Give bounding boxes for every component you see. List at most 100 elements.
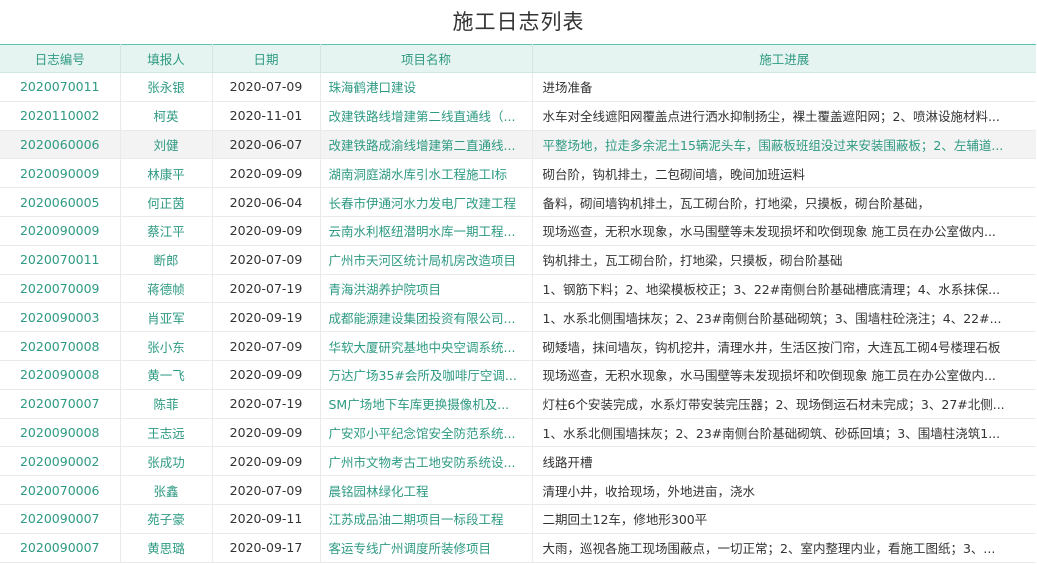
progress-cell: 平整场地，拉走多余泥土15辆泥头车，围蔽板班组没过来安装围蔽板；2、左辅道... bbox=[532, 130, 1036, 160]
date-cell: 2020-07-09 bbox=[212, 331, 321, 361]
date-cell: 2020-09-09 bbox=[212, 446, 321, 477]
column-header-log-id[interactable]: 日志编号 bbox=[0, 44, 121, 73]
progress-cell: 大雨，巡视各施工现场围蔽点，一切正常；2、室内整理内业，看施工图纸；3、... bbox=[532, 533, 1036, 563]
table-row[interactable]: 2020070006 张鑫 2020-07-09 晨铭园林绿化工程 清理小井，收拾现场，… bbox=[0, 475, 1036, 505]
project-name-cell[interactable]: 广州市文物考古工地安防系统设... bbox=[320, 446, 533, 477]
progress-cell: 现场巡查，无积水现象，水马围壁等未发现损坏和吹倒现象 施工员在办公室做内... bbox=[532, 360, 1036, 390]
reporter-cell[interactable]: 断郎 bbox=[120, 245, 213, 275]
reporter-cell[interactable]: 陈菲 bbox=[120, 389, 213, 419]
log-id-cell[interactable]: 2020070006 bbox=[0, 475, 121, 505]
table-header-row: 日志编号 填报人 日期 项目名称 施工进展 bbox=[0, 44, 1036, 73]
project-name-cell[interactable]: 江苏成品油二期项目一标段工程 bbox=[320, 504, 533, 534]
column-header-date[interactable]: 日期 bbox=[212, 44, 321, 73]
reporter-cell[interactable]: 何正茵 bbox=[120, 187, 213, 217]
reporter-cell[interactable]: 张永银 bbox=[120, 72, 213, 102]
project-name-cell[interactable]: 晨铭园林绿化工程 bbox=[320, 475, 533, 505]
log-id-cell[interactable]: 2020090007 bbox=[0, 533, 121, 563]
table-row[interactable]: 2020090007 黄思璐 2020-09-17 客运专线广州调度所装修项目 大雨，巡… bbox=[0, 533, 1036, 563]
construction-log-table: 日志编号 填报人 日期 项目名称 施工进展 2020070011 张永银 2020-… bbox=[0, 44, 1036, 563]
progress-cell: 备料，砌间墙钩机排土，瓦工砌台阶，打地梁，只摸板，砌台阶基础， bbox=[532, 187, 1036, 217]
table-row[interactable]: 2020090009 林康平 2020-09-09 湖南洞庭湖水库引水工程施工I标 砌台… bbox=[0, 158, 1036, 189]
table-row[interactable]: 2020090008 黄一飞 2020-09-09 万达广场35#会所及咖啡厅空调..… bbox=[0, 360, 1036, 390]
progress-cell: 现场巡查，无积水现象，水马围壁等未发现损坏和吹倒现象 施工员在办公室做内... bbox=[532, 216, 1036, 246]
date-cell: 2020-06-04 bbox=[212, 187, 321, 217]
project-name-cell[interactable]: 万达广场35#会所及咖啡厅空调... bbox=[320, 360, 533, 390]
progress-cell: 线路开槽 bbox=[532, 446, 1036, 477]
reporter-cell[interactable]: 苑子豪 bbox=[120, 504, 213, 534]
log-id-cell[interactable]: 2020090009 bbox=[0, 216, 121, 246]
log-id-cell[interactable]: 2020070008 bbox=[0, 331, 121, 361]
reporter-cell[interactable]: 刘健 bbox=[120, 130, 213, 160]
reporter-cell[interactable]: 林康平 bbox=[120, 158, 213, 189]
log-id-cell[interactable]: 2020060005 bbox=[0, 187, 121, 217]
table-row[interactable]: 2020110002 柯英 2020-11-01 改建铁路线增建第二线直通线（... 水… bbox=[0, 101, 1036, 131]
log-id-cell[interactable]: 2020070007 bbox=[0, 389, 121, 419]
log-id-cell[interactable]: 2020070011 bbox=[0, 245, 121, 275]
progress-cell: 水车对全线遮阳网覆盖点进行洒水抑制扬尘，裸土覆盖遮阳网；2、喷淋设施材料... bbox=[532, 101, 1036, 131]
reporter-cell[interactable]: 肖亚军 bbox=[120, 302, 213, 333]
log-id-cell[interactable]: 2020090003 bbox=[0, 302, 121, 333]
table-row[interactable]: 2020090002 张成功 2020-09-09 广州市文物考古工地安防系统设...… bbox=[0, 446, 1036, 477]
column-header-progress[interactable]: 施工进展 bbox=[532, 44, 1036, 73]
date-cell: 2020-07-09 bbox=[212, 245, 321, 275]
log-id-cell[interactable]: 2020110002 bbox=[0, 101, 121, 131]
date-cell: 2020-09-09 bbox=[212, 158, 321, 189]
table-row[interactable]: 2020070009 蒋德帧 2020-07-19 青海洪湖养护院项目 1、钢筋下料；2… bbox=[0, 274, 1036, 304]
log-id-cell[interactable]: 2020090002 bbox=[0, 446, 121, 477]
date-cell: 2020-07-09 bbox=[212, 72, 321, 102]
project-name-cell[interactable]: 华软大厦研究基地中央空调系统... bbox=[320, 331, 533, 361]
project-name-cell[interactable]: 改建铁路线增建第二线直通线（... bbox=[320, 101, 533, 131]
project-name-cell[interactable]: SM广场地下车库更换摄像机及... bbox=[320, 389, 533, 419]
reporter-cell[interactable]: 张鑫 bbox=[120, 475, 213, 505]
project-name-cell[interactable]: 客运专线广州调度所装修项目 bbox=[320, 533, 533, 563]
column-header-project-name[interactable]: 项目名称 bbox=[320, 44, 533, 73]
log-id-cell[interactable]: 2020060006 bbox=[0, 130, 121, 160]
page-title: 施工日志列表 bbox=[452, 10, 585, 34]
table-row[interactable]: 2020090008 王志远 2020-09-09 广安邓小平纪念馆安全防范系统...… bbox=[0, 418, 1036, 448]
log-id-cell[interactable]: 2020090008 bbox=[0, 418, 121, 448]
log-id-cell[interactable]: 2020090008 bbox=[0, 360, 121, 390]
progress-cell: 1、钢筋下料；2、地梁模板校正；3、22#南侧台阶基础槽底清理；4、水系抹保..… bbox=[532, 274, 1036, 304]
table-row[interactable]: 2020060005 何正茵 2020-06-04 长春市伊通河水力发电厂改建工程 备料… bbox=[0, 187, 1036, 217]
project-name-cell[interactable]: 成都能源建设集团投资有限公司... bbox=[320, 302, 533, 333]
reporter-cell[interactable]: 张成功 bbox=[120, 446, 213, 477]
table-row[interactable]: 2020070007 陈菲 2020-07-19 SM广场地下车库更换摄像机及... 灯… bbox=[0, 389, 1036, 419]
project-name-cell[interactable]: 改建铁路成渝线增建第二直通线... bbox=[320, 130, 533, 160]
project-name-cell[interactable]: 湖南洞庭湖水库引水工程施工I标 bbox=[320, 158, 533, 189]
column-header-reporter[interactable]: 填报人 bbox=[120, 44, 213, 73]
reporter-cell[interactable]: 王志远 bbox=[120, 418, 213, 448]
project-name-cell[interactable]: 珠海鹤港口建设 bbox=[320, 72, 533, 102]
project-name-cell[interactable]: 云南水利枢纽潜明水库一期工程... bbox=[320, 216, 533, 246]
progress-cell: 1、水系北侧围墙抹灰；2、23#南侧台阶基础砌筑、砂砾回填；3、围墙柱浇筑1..… bbox=[532, 418, 1036, 448]
project-name-cell[interactable]: 长春市伊通河水力发电厂改建工程 bbox=[320, 187, 533, 217]
project-name-cell[interactable]: 广州市天河区统计局机房改造项目 bbox=[320, 245, 533, 275]
progress-cell: 进场准备 bbox=[532, 72, 1036, 102]
log-id-cell[interactable]: 2020070011 bbox=[0, 72, 121, 102]
reporter-cell[interactable]: 柯英 bbox=[120, 101, 213, 131]
reporter-cell[interactable]: 蔡江平 bbox=[120, 216, 213, 246]
project-name-cell[interactable]: 广安邓小平纪念馆安全防范系统... bbox=[320, 418, 533, 448]
date-cell: 2020-09-19 bbox=[212, 302, 321, 333]
table-row[interactable]: 2020070011 断郎 2020-07-09 广州市天河区统计局机房改造项目 钩机排… bbox=[0, 245, 1036, 275]
date-cell: 2020-09-11 bbox=[212, 504, 321, 534]
log-id-cell[interactable]: 2020090007 bbox=[0, 504, 121, 534]
date-cell: 2020-07-19 bbox=[212, 389, 321, 419]
progress-cell: 钩机排土，瓦工砌台阶，打地梁，只摸板，砌台阶基础 bbox=[532, 245, 1036, 275]
table-row[interactable]: 2020090003 肖亚军 2020-09-19 成都能源建设集团投资有限公司...… bbox=[0, 302, 1036, 333]
table-row[interactable]: 2020070008 张小东 2020-07-09 华软大厦研究基地中央空调系统...… bbox=[0, 331, 1036, 361]
progress-cell: 清理小井，收拾现场，外地进亩，浇水 bbox=[532, 475, 1036, 505]
log-id-cell[interactable]: 2020070009 bbox=[0, 274, 121, 304]
table-row[interactable]: 2020090007 苑子豪 2020-09-11 江苏成品油二期项目一标段工程 二期回… bbox=[0, 504, 1036, 534]
table-row[interactable]: 2020090009 蔡江平 2020-09-09 云南水利枢纽潜明水库一期工程...… bbox=[0, 216, 1036, 246]
log-id-cell[interactable]: 2020090009 bbox=[0, 158, 121, 189]
reporter-cell[interactable]: 张小东 bbox=[120, 331, 213, 361]
progress-cell: 二期回土12车，修地形300平 bbox=[532, 504, 1036, 534]
reporter-cell[interactable]: 黄思璐 bbox=[120, 533, 213, 563]
project-name-cell[interactable]: 青海洪湖养护院项目 bbox=[320, 274, 533, 304]
date-cell: 2020-07-09 bbox=[212, 475, 321, 505]
table-row[interactable]: 2020070011 张永银 2020-07-09 珠海鹤港口建设 进场准备 bbox=[0, 72, 1036, 102]
progress-cell: 砌台阶，钩机排土，二包砌间墙，晚间加班运料 bbox=[532, 158, 1036, 189]
table-row[interactable]: 2020060006 刘健 2020-06-07 改建铁路成渝线增建第二直通线... 平… bbox=[0, 130, 1036, 160]
reporter-cell[interactable]: 黄一飞 bbox=[120, 360, 213, 390]
reporter-cell[interactable]: 蒋德帧 bbox=[120, 274, 213, 304]
